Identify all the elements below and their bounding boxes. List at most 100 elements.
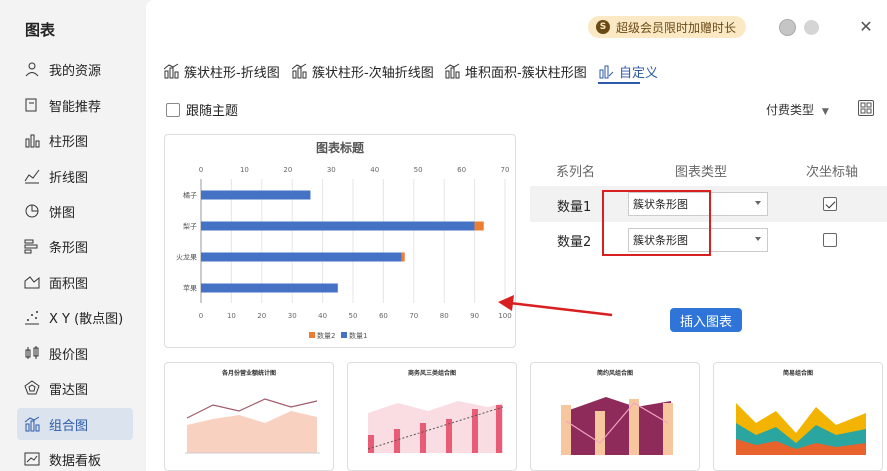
chevron-down-icon: ▼ bbox=[821, 107, 829, 117]
x-tick-label-top: 10 bbox=[240, 166, 249, 174]
template-thumbnail-2[interactable]: 商务风三类组合图 bbox=[347, 362, 517, 471]
annotation-arrow-icon bbox=[498, 295, 613, 317]
sidebar-item-user[interactable]: 我的资源 bbox=[17, 53, 133, 85]
tab-label: 簇状柱形-次轴折线图 bbox=[312, 65, 434, 81]
user-icon bbox=[23, 60, 41, 78]
bar-chart-icon bbox=[23, 237, 41, 255]
sidebar-item-dashboard[interactable]: 数据看板 bbox=[17, 443, 133, 471]
template-thumbnail-3[interactable]: 简约风组合图 bbox=[530, 362, 700, 471]
x-tick-label-bottom: 10 bbox=[227, 312, 236, 320]
sidebar-item-pie-chart[interactable]: 饼图 bbox=[17, 195, 133, 227]
thumbnail-preview bbox=[736, 403, 866, 455]
combo-chart-icon bbox=[291, 63, 307, 79]
y-category-label: 橘子 bbox=[183, 191, 197, 200]
follow-theme-checkbox[interactable]: 跟随主题 bbox=[166, 100, 238, 119]
sidebar-item-label: 我的资源 bbox=[49, 63, 102, 79]
combo-chart-icon bbox=[444, 63, 460, 79]
sidebar-title: 图表 bbox=[25, 21, 56, 39]
tab-stacked-area-clustered-column[interactable]: 堆积面积-簇状柱形图 bbox=[444, 60, 587, 82]
custom-chart-icon bbox=[599, 65, 614, 79]
account-icon[interactable] bbox=[804, 20, 819, 35]
active-tab-indicator bbox=[598, 82, 640, 84]
sidebar-item-scatter-chart[interactable]: X Y (散点图) bbox=[17, 301, 133, 333]
thumbnail-preview bbox=[367, 401, 504, 453]
highlight-box bbox=[602, 190, 711, 256]
secondary-axis-checkbox-1[interactable] bbox=[823, 197, 837, 211]
secondary-axis-checkbox-2[interactable] bbox=[823, 233, 837, 247]
sidebar: 图表 我的资源智能推荐柱形图折线图 饼图条形图面积图 X Y (散点图) 股价图 雷达图… bbox=[0, 0, 146, 471]
close-icon[interactable]: ✕ bbox=[857, 18, 875, 36]
bar-series1 bbox=[201, 252, 402, 262]
sidebar-item-bar-chart[interactable]: 条形图 bbox=[17, 230, 133, 262]
x-tick-label-top: 30 bbox=[327, 166, 336, 174]
tab-label: 簇状柱形-折线图 bbox=[184, 65, 280, 81]
bar-series1 bbox=[201, 221, 475, 231]
area-chart-icon bbox=[23, 273, 41, 291]
header-series-name: 系列名 bbox=[556, 165, 596, 180]
sidebar-item-column-chart[interactable]: 柱形图 bbox=[17, 124, 133, 156]
thumbnail-title: 各月份营业额统计图 bbox=[221, 370, 276, 377]
thumbnail-title: 商务风三类组合图 bbox=[407, 370, 456, 377]
x-tick-label-top: 50 bbox=[414, 166, 423, 174]
sidebar-item-label: 条形图 bbox=[49, 240, 89, 256]
column-chart-icon bbox=[23, 131, 41, 149]
x-tick-label-bottom: 20 bbox=[257, 312, 266, 320]
bar-series2 bbox=[401, 252, 405, 262]
legend-swatch-series1 bbox=[341, 332, 347, 338]
x-tick-label-bottom: 80 bbox=[440, 312, 449, 320]
legend-label-series1: 数量1 bbox=[349, 331, 367, 340]
bar-series1 bbox=[201, 283, 338, 293]
sidebar-item-combo-chart[interactable]: 组合图 bbox=[17, 408, 133, 440]
template-thumbnail-4[interactable]: 简易组合图 bbox=[713, 362, 883, 471]
x-tick-label-bottom: 30 bbox=[288, 312, 297, 320]
sidebar-item-recommend[interactable]: 智能推荐 bbox=[17, 89, 133, 121]
thumbnail-title: 简约风组合图 bbox=[596, 370, 633, 377]
chevron-down-icon bbox=[755, 201, 761, 205]
checkbox-icon[interactable] bbox=[166, 102, 180, 117]
scatter-chart-icon bbox=[23, 308, 41, 326]
x-tick-label-top: 20 bbox=[283, 166, 292, 174]
sidebar-item-label: 柱形图 bbox=[49, 134, 89, 150]
chart-preview: 图表标题 0 10 20 30 40 50 60 70 80 90 100 0 10 20 30 40 50 60 7… bbox=[164, 134, 516, 348]
avatar[interactable] bbox=[779, 19, 796, 36]
sidebar-item-stock-chart[interactable]: 股价图 bbox=[17, 337, 133, 369]
insert-chart-button[interactable]: 插入图表 bbox=[670, 308, 742, 332]
bar-chart: 图表标题0 10 20 30 40 50 60 70 80 90 1000 10 20 30 40 50 60 7… bbox=[176, 140, 512, 340]
tab-label: 自定义 bbox=[619, 65, 659, 81]
sidebar-item-radar-chart[interactable]: 雷达图 bbox=[17, 372, 133, 404]
x-tick-label-bottom: 0 bbox=[199, 312, 203, 320]
promo-badge[interactable]: S 超级会员限时加赠时长 bbox=[588, 16, 747, 38]
stock-chart-icon bbox=[23, 344, 41, 362]
chart-title: 图表标题 bbox=[316, 140, 365, 155]
sidebar-item-area-chart[interactable]: 面积图 bbox=[17, 266, 133, 298]
paid-type-dropdown[interactable]: 付费类型 ▼ bbox=[766, 101, 829, 118]
line-chart-icon bbox=[23, 167, 41, 185]
thumbnail-preview bbox=[561, 397, 673, 455]
bar-series1 bbox=[201, 190, 311, 200]
x-tick-label-bottom: 40 bbox=[318, 312, 327, 320]
template-thumbnail-1[interactable]: 各月份营业额统计图 bbox=[164, 362, 334, 471]
x-tick-label-bottom: 50 bbox=[349, 312, 358, 320]
series-name-1: 数量1 bbox=[557, 200, 592, 215]
thumbnail-title: 简易组合图 bbox=[782, 370, 813, 377]
tab-clustered-column-line[interactable]: 簇状柱形-折线图 bbox=[163, 60, 280, 82]
chevron-down-icon bbox=[755, 237, 761, 241]
sidebar-item-label: 数据看板 bbox=[49, 453, 102, 469]
tab-label: 堆积面积-簇状柱形图 bbox=[465, 65, 587, 81]
tab-clustered-column-secondary-line[interactable]: 簇状柱形-次轴折线图 bbox=[291, 60, 434, 82]
sidebar-item-label: 组合图 bbox=[49, 418, 89, 434]
combo-chart-icon bbox=[23, 415, 41, 433]
x-tick-label-bottom: 60 bbox=[379, 312, 388, 320]
sidebar-item-line-chart[interactable]: 折线图 bbox=[17, 160, 133, 192]
vip-icon: S bbox=[596, 20, 610, 34]
y-category-label: 梨子 bbox=[183, 222, 197, 231]
series-name-2: 数量2 bbox=[557, 235, 592, 250]
combo-chart-icon bbox=[163, 63, 179, 79]
y-category-label: 火龙果 bbox=[176, 253, 197, 262]
sidebar-item-label: 面积图 bbox=[49, 276, 89, 292]
tab-custom[interactable]: 自定义 bbox=[598, 60, 658, 82]
bar-series2 bbox=[474, 221, 484, 231]
recommend-icon bbox=[23, 96, 41, 114]
grid-view-icon[interactable] bbox=[858, 100, 874, 116]
sidebar-item-label: X Y (散点图) bbox=[49, 311, 124, 327]
